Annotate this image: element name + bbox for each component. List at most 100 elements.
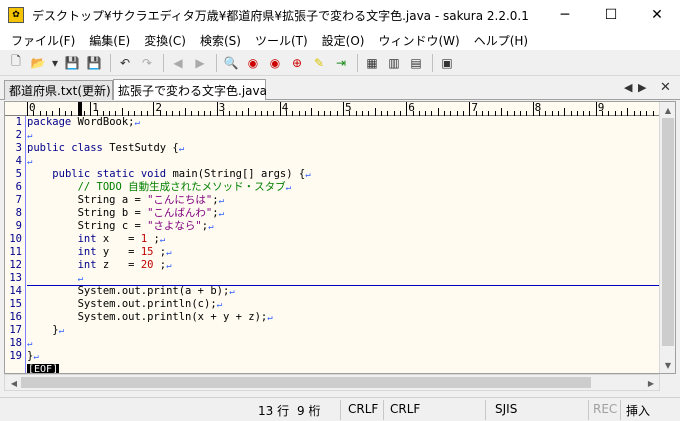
scroll-down-arrow-icon[interactable]: ▼ <box>660 358 675 372</box>
editor-area[interactable]: 012345678910 123456789101112131415161718… <box>4 101 676 374</box>
horizontal-scrollbar[interactable]: ◀ ▶ <box>4 374 660 391</box>
line-number[interactable]: 12 <box>5 259 25 272</box>
search-prev-icon[interactable]: ◉ <box>243 53 263 73</box>
tab-prev-icon[interactable]: ◀ <box>624 81 632 94</box>
code-line[interactable]: String c = "さよなら";↵ <box>27 220 660 233</box>
compare-icon[interactable]: ▤ <box>406 53 426 73</box>
vertical-scrollbar[interactable]: ▲ ▼ <box>659 102 675 373</box>
redo-icon[interactable]: ↷ <box>137 53 157 73</box>
save-icon[interactable]: 💾 <box>62 53 82 73</box>
code-token: System.out.println(c); <box>27 298 217 310</box>
line-number[interactable]: 7 <box>5 194 25 207</box>
line-number[interactable]: 4 <box>5 155 25 168</box>
status-newline-mode[interactable]: CRLF <box>390 402 420 416</box>
ruler-label: 3 <box>218 101 226 114</box>
line-number[interactable]: 9 <box>5 220 25 233</box>
scroll-up-arrow-icon[interactable]: ▲ <box>660 103 675 117</box>
ruler-tick <box>501 108 502 116</box>
code-line[interactable]: }↵ <box>27 350 660 363</box>
code-line[interactable]: ↵ <box>27 155 660 168</box>
bookmark-jump-icon[interactable]: ⇥ <box>331 53 351 73</box>
toolbar-separator <box>357 53 358 72</box>
settings-icon[interactable]: ▣ <box>437 53 457 73</box>
line-number[interactable]: 11 <box>5 246 25 259</box>
line-number[interactable]: 3 <box>5 142 25 155</box>
line-number[interactable]: 2 <box>5 129 25 142</box>
status-encoding[interactable]: SJIS <box>495 402 517 416</box>
code-line[interactable]: int z = 20 ;↵ <box>27 259 660 272</box>
outline-icon[interactable]: ▥ <box>384 53 404 73</box>
grep-icon[interactable]: ▦ <box>362 53 382 73</box>
line-number[interactable]: 5 <box>5 168 25 181</box>
menu-bar: ファイル(F) 編集(E) 変換(C) 検索(S) ツール(T) 設定(O) ウ… <box>0 30 680 50</box>
menu-edit[interactable]: 編集(E) <box>82 32 137 49</box>
line-number[interactable]: 17 <box>5 324 25 337</box>
vertical-scroll-thumb[interactable] <box>662 118 674 346</box>
open-dropdown-icon[interactable]: ▾ <box>50 53 60 73</box>
menu-settings[interactable]: 設定(O) <box>315 32 372 49</box>
status-insert-mode[interactable]: 挿入 <box>626 402 650 419</box>
line-number[interactable]: 19 <box>5 350 25 363</box>
line-end-icon: ↵ <box>267 313 273 323</box>
undo-icon[interactable]: ↶ <box>115 53 135 73</box>
back-jump-icon[interactable]: ◀ <box>168 53 188 73</box>
code-line[interactable]: System.out.println(c);↵ <box>27 298 660 311</box>
menu-convert[interactable]: 変換(C) <box>137 32 193 49</box>
code-line[interactable]: ↵ <box>27 129 660 142</box>
horizontal-scroll-thumb[interactable] <box>21 377 591 388</box>
menu-file[interactable]: ファイル(F) <box>4 32 82 49</box>
code-line[interactable]: public static void main(String[] args) {… <box>27 168 660 181</box>
replace-icon[interactable]: ⊕ <box>287 53 307 73</box>
ruler-label: 5 <box>345 101 352 114</box>
code-line[interactable]: System.out.println(x + y + z);↵ <box>27 311 660 324</box>
menu-tools[interactable]: ツール(T) <box>248 32 315 49</box>
tab-next-icon[interactable]: ▶ <box>638 81 646 94</box>
minimize-button[interactable]: ─ <box>542 0 588 30</box>
code-line[interactable]: ↵ <box>27 337 660 350</box>
menu-help[interactable]: ヘルプ(H) <box>467 32 535 49</box>
menu-search[interactable]: 検索(S) <box>193 32 248 49</box>
close-button[interactable]: ✕ <box>634 0 680 30</box>
save-all-icon[interactable]: 💾 <box>84 53 104 73</box>
code-line[interactable]: ↵ <box>27 272 660 286</box>
line-number[interactable]: 10 <box>5 233 25 246</box>
line-number[interactable]: 14 <box>5 285 25 298</box>
code-line[interactable]: public class TestSutdy {↵ <box>27 142 660 155</box>
status-newline-code[interactable]: CRLF <box>348 402 378 416</box>
forward-jump-icon[interactable]: ▶ <box>190 53 210 73</box>
code-line[interactable]: int y = 15 ;↵ <box>27 246 660 259</box>
open-folder-icon[interactable]: 📂 <box>28 53 48 73</box>
highlight-icon[interactable]: ✎ <box>309 53 329 73</box>
menu-window[interactable]: ウィンドウ(W) <box>371 32 466 49</box>
code-line[interactable]: // TODO 自動生成されたメソッド・スタブ↵ <box>27 181 660 194</box>
tab-todofuken[interactable]: 都道府県.txt(更新) <box>4 80 113 100</box>
ruler-label: 2 <box>155 101 163 114</box>
line-number[interactable]: 6 <box>5 181 25 194</box>
code-line[interactable]: String b = "こんばんわ";↵ <box>27 207 660 220</box>
code-line[interactable]: package WordBook;↵ <box>27 116 660 129</box>
line-number[interactable]: 16 <box>5 311 25 324</box>
code-token: void <box>140 168 167 180</box>
sakura-app-icon[interactable]: ✿ <box>8 7 24 23</box>
code-line[interactable]: System.out.print(a + b);↵ <box>27 285 660 298</box>
line-number[interactable]: 13 <box>5 272 25 285</box>
scroll-left-arrow-icon[interactable]: ◀ <box>6 376 22 390</box>
code-line[interactable]: }↵ <box>27 324 660 337</box>
tab-java-file[interactable]: 拡張子で変わる文字色.java <box>113 79 267 100</box>
tab-close-icon[interactable]: ✕ <box>660 80 671 95</box>
line-number[interactable]: 1 <box>5 116 25 129</box>
line-number[interactable]: 15 <box>5 298 25 311</box>
line-number[interactable]: 8 <box>5 207 25 220</box>
code-text[interactable]: package WordBook;↵ ↵ public class TestSutd… <box>27 116 660 373</box>
code-line[interactable]: int x = 1 ;↵ <box>27 233 660 246</box>
code-line[interactable]: String a = "こんにちは";↵ <box>27 194 660 207</box>
line-number[interactable]: 18 <box>5 337 25 350</box>
maximize-button[interactable]: ☐ <box>588 0 634 30</box>
new-file-icon[interactable]: 🗋 <box>6 53 26 73</box>
search-next-icon[interactable]: ◉ <box>265 53 285 73</box>
search-icon[interactable]: 🔍 <box>221 53 241 73</box>
scroll-right-arrow-icon[interactable]: ▶ <box>643 376 659 390</box>
line-end-icon: ↵ <box>208 222 214 232</box>
status-divider <box>620 400 621 420</box>
code-token: WordBook; <box>71 116 135 128</box>
